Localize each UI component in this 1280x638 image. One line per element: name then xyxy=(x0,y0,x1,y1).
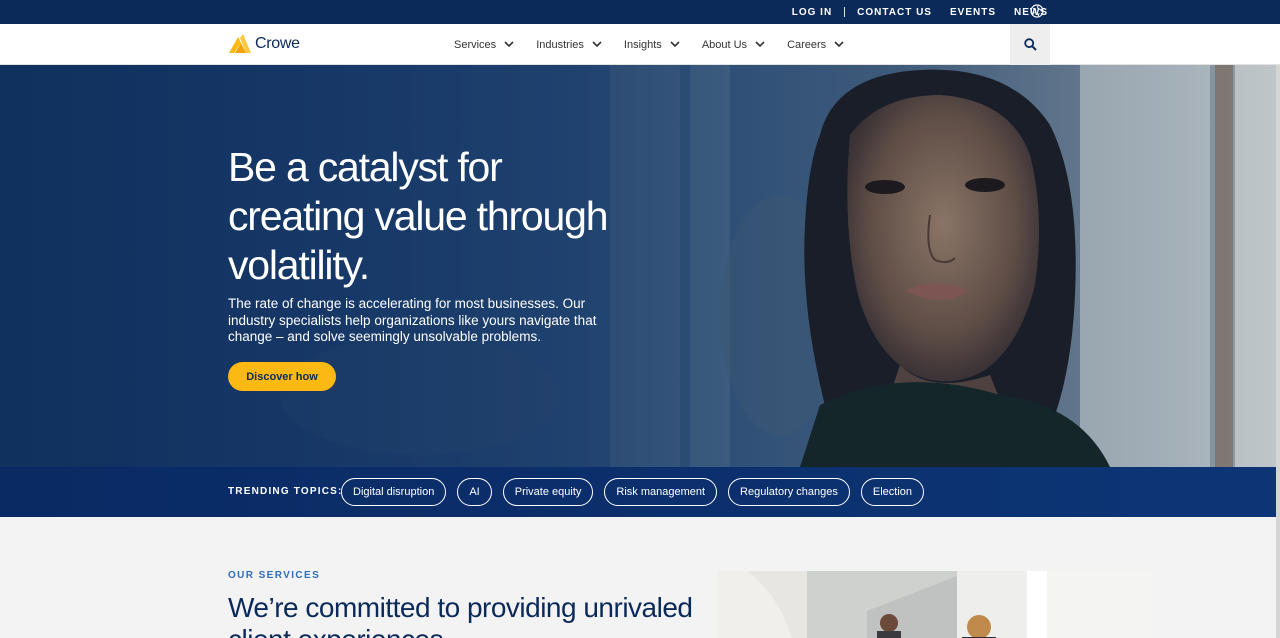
chevron-down-icon xyxy=(504,41,514,48)
nav-item-label: Industries xyxy=(536,38,584,51)
nav-item-label: Careers xyxy=(787,38,827,51)
topic-pill-private-equity[interactable]: Private equity xyxy=(502,478,594,506)
nav-item-label: Insights xyxy=(623,38,662,51)
nav-item-label: Services xyxy=(454,38,497,51)
main-nav: Crowe Services Industries Insights About… xyxy=(0,24,1280,65)
services-section: OUR SERVICES We’re committed to providin… xyxy=(0,517,1280,638)
trending-topics-label: TRENDING TOPICS: xyxy=(228,486,343,497)
hero-description: The rate of change is accelerating for m… xyxy=(228,296,597,344)
contact-us-link[interactable]: CONTACT US xyxy=(857,7,932,18)
utility-divider xyxy=(844,7,846,17)
nav-item-label: About Us xyxy=(701,38,748,51)
events-link[interactable]: EVENTS xyxy=(950,7,996,18)
chevron-down-icon xyxy=(592,41,602,48)
logo-text: Crowe xyxy=(255,35,300,52)
discover-how-button[interactable]: Discover how xyxy=(228,362,336,391)
utility-bar: LOG IN CONTACT US EVENTS NEWS xyxy=(0,0,1280,24)
login-link[interactable]: LOG IN xyxy=(792,7,832,18)
topic-pill-ai[interactable]: AI xyxy=(457,478,492,506)
page-scrollbar[interactable] xyxy=(1276,65,1280,638)
search-button[interactable] xyxy=(1010,24,1050,65)
topic-pill-election[interactable]: Election xyxy=(860,478,925,506)
nav-item-careers[interactable]: Careers xyxy=(787,39,844,51)
nav-item-services[interactable]: Services xyxy=(454,39,514,51)
topic-pill-digital-disruption[interactable]: Digital disruption xyxy=(341,478,447,506)
nav-item-industries[interactable]: Industries xyxy=(536,39,602,51)
topic-pill-regulatory-changes[interactable]: Regulatory changes xyxy=(728,478,850,506)
services-photo xyxy=(717,571,1154,638)
search-icon xyxy=(1023,38,1037,51)
topic-pill-risk-management[interactable]: Risk management xyxy=(604,478,718,506)
chevron-down-icon xyxy=(670,41,680,48)
globe-icon[interactable] xyxy=(1030,4,1044,18)
hero-title: Be a catalyst for creating value through… xyxy=(228,144,609,288)
nav-item-about-us[interactable]: About Us xyxy=(702,39,765,51)
trending-topics-bar: TRENDING TOPICS: Digital disruption AI P… xyxy=(0,467,1280,517)
crowe-logo-icon xyxy=(229,34,251,53)
chevron-down-icon xyxy=(834,41,844,48)
hero-banner: Be a catalyst for creating value through… xyxy=(0,65,1280,467)
services-eyebrow: OUR SERVICES xyxy=(228,570,321,581)
crowe-logo[interactable]: Crowe xyxy=(229,34,300,54)
trending-topic-pills: Digital disruption AI Private equity Ris… xyxy=(341,478,935,506)
chevron-down-icon xyxy=(755,41,765,48)
nav-item-insights[interactable]: Insights xyxy=(624,39,680,51)
primary-nav: Services Industries Insights About Us Ca… xyxy=(454,24,866,65)
utility-links: LOG IN CONTACT US EVENTS NEWS xyxy=(792,0,1048,24)
services-heading: We’re committed to providing unrivaled c… xyxy=(228,592,693,638)
